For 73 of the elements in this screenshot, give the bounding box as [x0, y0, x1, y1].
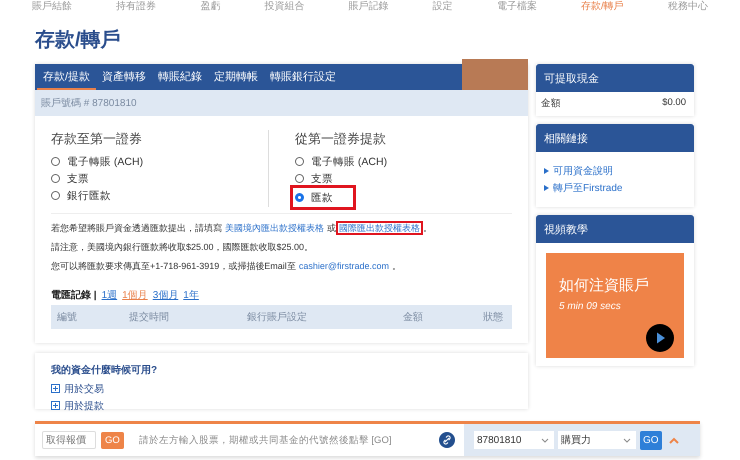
- column-header: 提交時間: [129, 310, 170, 324]
- nav-link[interactable]: 持有證券: [116, 1, 156, 12]
- video-duration: 5 min 09 secs: [559, 301, 621, 312]
- nav-link[interactable]: 存款/轉戶: [580, 1, 624, 12]
- radio-label[interactable]: 銀行匯款: [67, 188, 111, 202]
- related-link[interactable]: 可用資金說明: [553, 164, 613, 178]
- tab[interactable]: 資產轉移: [96, 64, 152, 90]
- nav-link[interactable]: 投資組合: [264, 1, 304, 12]
- page-title: 存款/轉戶: [35, 28, 122, 53]
- tab[interactable]: 轉賬紀錄: [152, 64, 208, 90]
- form-link[interactable]: 美國境內匯出款授權表格: [222, 221, 327, 235]
- radio-button[interactable]: [51, 157, 60, 166]
- radio-button[interactable]: [295, 193, 304, 202]
- radio-button[interactable]: [295, 174, 304, 183]
- nav-link[interactable]: 盈虧: [200, 1, 220, 12]
- link-icon[interactable]: [439, 432, 455, 448]
- chevron-down-icon[interactable]: [623, 438, 631, 442]
- period-link[interactable]: 1週: [102, 288, 118, 302]
- quote-field[interactable]: 取得報價: [42, 431, 96, 449]
- redaction-block: [462, 59, 528, 90]
- nav-link[interactable]: 電子檔案: [496, 1, 537, 12]
- nav-link[interactable]: 稅務中心: [668, 1, 708, 12]
- tab[interactable]: 轉賬銀行設定: [264, 64, 342, 90]
- go-button[interactable]: GO: [640, 430, 662, 450]
- triangle-icon: [544, 168, 549, 174]
- account-number: 賬戶號碼 # 87801810: [41, 96, 137, 110]
- form-link[interactable]: 國際匯出款授權表格: [336, 221, 423, 235]
- column-header: 編號: [57, 310, 78, 324]
- account-select[interactable]: 87801810: [474, 431, 554, 449]
- info-text: 請注意，美國境內銀行匯款將收取$25.00，國際匯款收取$25.00。: [51, 241, 314, 253]
- column-header: 金額: [403, 310, 424, 324]
- view-select[interactable]: 購買力: [558, 431, 636, 449]
- period-link[interactable]: 3個月: [152, 288, 178, 302]
- related-link[interactable]: 轉戶至Firstrade: [553, 181, 622, 195]
- play-icon[interactable]: [646, 324, 674, 352]
- card-header: 相關鏈接: [536, 124, 694, 152]
- go-button[interactable]: GO: [101, 432, 124, 448]
- radio-label[interactable]: 支票: [311, 172, 333, 186]
- radio-label[interactable]: 支票: [67, 172, 89, 186]
- radio-label[interactable]: 匯款: [311, 190, 333, 204]
- column-header: 銀行賬戶設定: [247, 310, 308, 324]
- quote-hint: 請於左方輸入股票，期權或共同基金的代號然後點擊 [GO]: [138, 434, 392, 446]
- period-link[interactable]: 1年: [183, 288, 199, 302]
- expand-link[interactable]: 用於提款: [64, 398, 104, 412]
- triangle-icon: [544, 185, 549, 191]
- nav-link[interactable]: 設定: [432, 1, 453, 12]
- video-thumbnail[interactable]: 如何注資賬戶 5 min 09 secs: [546, 253, 684, 358]
- nav-link[interactable]: 賬戶記錄: [348, 1, 389, 12]
- card-header: 可提取現金: [536, 64, 694, 92]
- card-header: 視頻教學: [536, 215, 694, 243]
- plus-box-icon[interactable]: [51, 401, 60, 410]
- expand-link[interactable]: 用於交易: [64, 382, 104, 396]
- radio-button[interactable]: [51, 174, 60, 183]
- radio-label[interactable]: 電子轉賬 (ACH): [311, 154, 388, 168]
- radio-label[interactable]: 電子轉賬 (ACH): [67, 154, 144, 168]
- cash-value: $0.00: [662, 97, 686, 110]
- section-heading: 存款至第一證券: [51, 130, 142, 148]
- radio-button[interactable]: [295, 157, 304, 166]
- section-heading: 從第一證券提款: [295, 130, 386, 148]
- period-link[interactable]: 1個月: [122, 288, 148, 302]
- column-header: 狀態: [483, 310, 504, 324]
- nav-link[interactable]: 賬戶結餘: [32, 1, 72, 12]
- chevron-down-icon[interactable]: [541, 438, 549, 442]
- radio-button[interactable]: [51, 191, 60, 200]
- info-text: 若您希望將賬戶資金透過匯款提出，請填寫 美國境內匯出款授權表格 或 國際匯出款授權表格 。: [51, 222, 433, 234]
- faq-title: 我的資金什麼時候可用?: [51, 364, 158, 377]
- records-label: 電匯記錄 |: [51, 288, 97, 302]
- tab[interactable]: 定期轉帳: [208, 64, 264, 90]
- form-link[interactable]: cashier@firstrade.com: [296, 259, 392, 273]
- plus-box-icon[interactable]: [51, 384, 60, 393]
- cash-label: 金額: [541, 97, 561, 110]
- video-title: 如何注資賬戶: [559, 276, 649, 295]
- info-text: 您可以將匯款要求傳真至+1-718-961-3919，或掃描後Email至 cashier@firstrade.com 。: [51, 260, 402, 272]
